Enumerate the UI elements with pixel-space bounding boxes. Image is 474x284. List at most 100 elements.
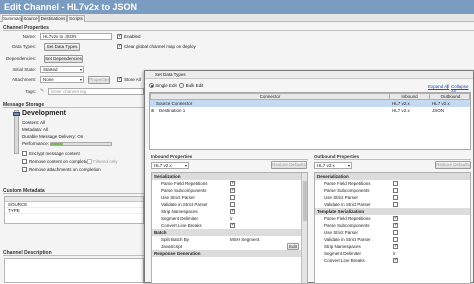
store-all-checkbox[interactable]: ✓ [117, 77, 122, 82]
slider-thumb[interactable] [13, 112, 20, 116]
property-row: Segment Delimiter \r [152, 215, 307, 222]
property-checkbox[interactable]: ✓ [393, 216, 398, 221]
link-separator: | [447, 84, 449, 89]
filtered-only-checkbox[interactable] [87, 159, 92, 164]
channel-description-textarea[interactable] [4, 258, 144, 283]
property-row: Strip Namespaces ✓ [315, 243, 470, 250]
table-row[interactable]: ⊞ Destination 1 HL7 v2.x JSON [150, 107, 470, 114]
property-value[interactable]: \r [230, 215, 233, 222]
tab-bar: Summary Source Destinations Scripts [0, 14, 474, 22]
encrypt-checkbox[interactable] [22, 151, 27, 156]
name-label: Name: [22, 34, 36, 39]
property-checkbox[interactable] [230, 195, 235, 200]
remove-content-checkbox[interactable] [22, 159, 27, 164]
property-checkbox[interactable] [230, 202, 235, 207]
property-checkbox[interactable]: ✓ [393, 244, 398, 249]
single-edit-radio[interactable] [149, 83, 154, 89]
property-label: Use Strict Parser [324, 195, 359, 200]
property-label: JavaScript [161, 244, 183, 249]
remove-attachments-checkbox[interactable] [22, 167, 27, 172]
edit-javascript-button[interactable]: Edit [287, 243, 299, 250]
set-dependencies-button[interactable]: Set Dependencies [44, 55, 83, 63]
property-row: Strip Namespaces ✓ [152, 208, 307, 215]
property-checkbox[interactable] [393, 195, 398, 200]
expand-icon[interactable]: ⊞ [151, 107, 154, 114]
property-row: Validate in Strict Parser [152, 201, 307, 208]
table-header: Connector Inbound Outbound [150, 93, 470, 100]
bulk-edit-radio[interactable] [179, 83, 185, 89]
enabled-checkbox[interactable]: ✓ [117, 34, 122, 39]
divider [3, 30, 474, 31]
property-row: Parse Subcomponents ✓ [315, 222, 470, 229]
tags-input[interactable]: Enter channel tag [48, 88, 144, 95]
inbound-type: HL7 v2.x [392, 108, 410, 113]
inbound-data-type-select[interactable]: HL7 v2.x [151, 162, 189, 169]
property-checkbox[interactable] [393, 237, 398, 242]
property-checkbox[interactable] [393, 181, 398, 186]
outbound-data-type-select[interactable]: HL7 v2.x [314, 162, 352, 169]
property-row: Segment Delimiter \r [315, 250, 470, 257]
property-label: Segment Delimiter [324, 251, 362, 256]
encrypt-label: Encrypt message content [29, 151, 80, 156]
property-checkbox[interactable]: ✓ [230, 188, 235, 193]
scrollbar-thumb[interactable] [303, 181, 307, 221]
property-label: Convert Line Breaks [161, 223, 202, 228]
property-label: Strip Namespaces [161, 209, 198, 214]
property-checkbox[interactable] [393, 230, 398, 235]
tab-destinations[interactable]: Destinations [39, 15, 67, 22]
inbound-scrollbar[interactable] [301, 173, 307, 283]
storage-level-slider[interactable] [13, 110, 20, 154]
chevron-down-icon: ▾ [185, 163, 188, 168]
initial-state-select[interactable]: Started [40, 66, 84, 73]
connector-name: Destination 1 [159, 108, 186, 113]
property-label: Convert Line Breaks [324, 258, 365, 263]
property-row: Parse Field Repetitions ✓ [152, 180, 307, 187]
chevron-down-icon: ▾ [348, 163, 351, 168]
property-row: Parse Subcomponents ✓ [152, 187, 307, 194]
property-checkbox[interactable]: ✓ [230, 181, 235, 186]
property-checkbox[interactable] [393, 202, 398, 207]
property-checkbox[interactable]: ✓ [393, 258, 398, 263]
set-data-types-button[interactable]: Set Data Types [44, 43, 80, 51]
single-edit-label: Single Edit [155, 83, 177, 88]
data-types-label: Data Types: [12, 44, 36, 49]
connector-table: Connector Inbound Outbound Source Connec… [149, 92, 471, 150]
inbound-restore-defaults-button[interactable]: Restore Defaults [271, 161, 307, 169]
clear-global-map-checkbox[interactable]: ✓ [117, 44, 122, 49]
attachment-properties-button[interactable]: Properties [88, 76, 110, 84]
property-row: Split Batch By MSH Segment [152, 236, 307, 243]
property-checkbox[interactable]: ✓ [393, 223, 398, 228]
property-row: Parse Field Repetitions ✓ [315, 215, 470, 222]
outbound-restore-defaults-button[interactable]: Restore Defaults [435, 161, 471, 169]
property-value[interactable]: \r [393, 250, 396, 257]
attachment-select[interactable]: None [40, 76, 84, 83]
inbound-properties-table: Serialization Parse Field Repetitions ✓ P… [151, 172, 308, 284]
divider [151, 159, 308, 160]
property-value[interactable]: MSH Segment [230, 236, 259, 243]
tab-scripts[interactable]: Scripts [67, 15, 85, 22]
chevron-down-icon: ▾ [80, 77, 83, 82]
property-label: Parse Field Repetitions [324, 181, 371, 186]
storage-metadata: Metadata: All [22, 127, 49, 132]
property-label: Segment Delimiter [161, 216, 199, 221]
store-all-label: Store All [124, 77, 141, 82]
property-row: Parse Subcomponents [315, 187, 470, 194]
property-label: Validate in Strict Parser [324, 237, 371, 242]
property-label: Parse Subcomponents [324, 188, 370, 193]
storage-content: Content: All [22, 120, 46, 125]
table-row[interactable]: Source Connector HL7 v2.x HL7 v2.x [150, 100, 470, 107]
divider [3, 107, 144, 108]
tab-summary[interactable]: Summary [2, 15, 22, 22]
channel-name-input[interactable]: HL7v2x to JSON [40, 33, 112, 40]
tab-source[interactable]: Source [22, 15, 39, 22]
property-label: Parse Field Repetitions [324, 216, 371, 221]
property-row: JavaScript [152, 243, 307, 250]
property-row: Convert Line Breaks ✓ [315, 257, 470, 264]
table-row[interactable]: TYPE [5, 208, 143, 214]
property-checkbox[interactable]: ✓ [230, 223, 235, 228]
connector-name: Source Connector [156, 101, 193, 106]
initial-state-label: Initial State: [12, 67, 36, 72]
property-label: Use Strict Parser [161, 195, 196, 200]
property-checkbox[interactable] [393, 188, 398, 193]
property-checkbox[interactable]: ✓ [230, 209, 235, 214]
